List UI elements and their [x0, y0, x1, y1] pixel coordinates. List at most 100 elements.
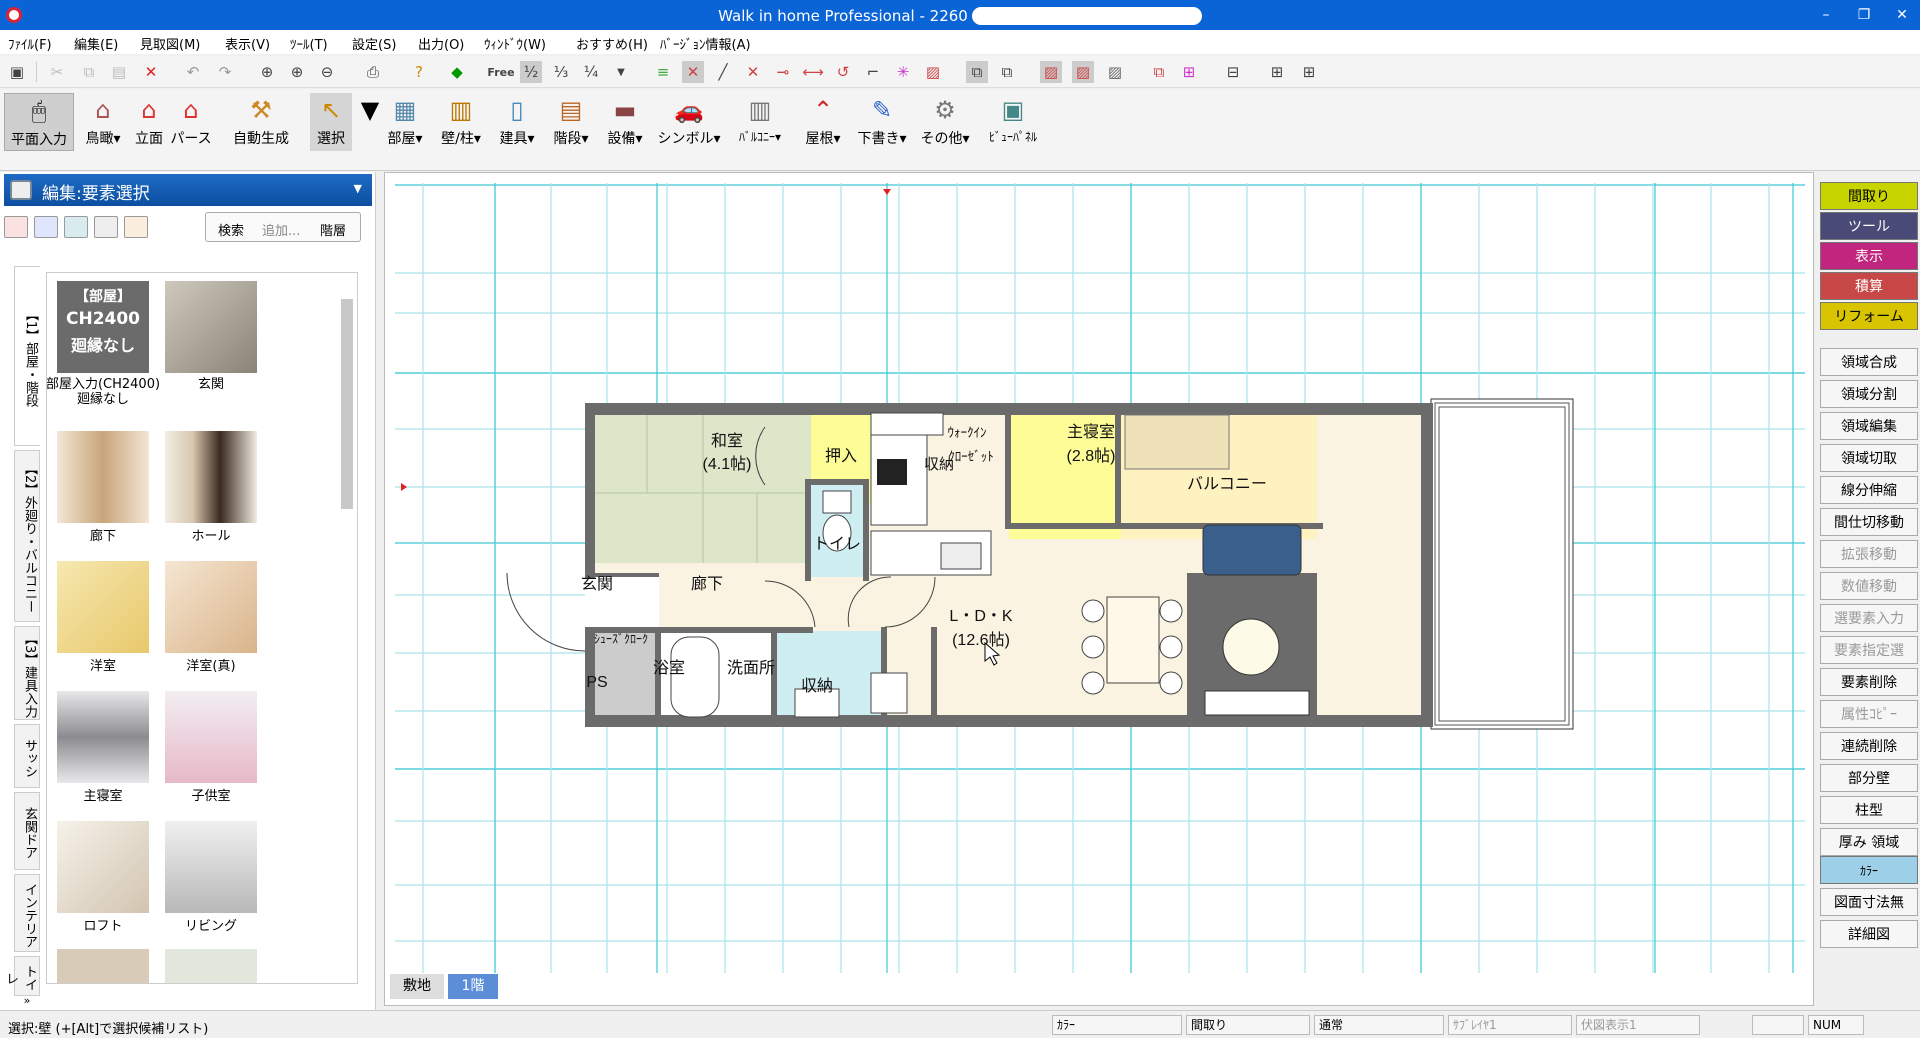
parallel-line-icon[interactable]: ≡: [652, 61, 674, 83]
thumb-loft[interactable]: [57, 821, 149, 913]
save-icon[interactable]: ▣: [6, 61, 28, 83]
equipment-button[interactable]: ▬ 設備▾: [602, 93, 648, 151]
free-snap-icon[interactable]: Free: [487, 61, 514, 83]
other-button[interactable]: ⚙ その他▾: [918, 93, 972, 151]
print-icon[interactable]: ⎙: [362, 61, 384, 83]
zoom-icon[interactable]: ⊕: [256, 61, 278, 83]
zoom-out-icon[interactable]: ⊖: [316, 61, 338, 83]
thumb-genkan[interactable]: [165, 281, 257, 373]
redo-icon[interactable]: ↷: [214, 61, 236, 83]
scrollbar[interactable]: [339, 279, 355, 979]
menu-view[interactable]: 表示(V): [225, 34, 270, 53]
command-button[interactable]: 間仕切移動: [1820, 508, 1918, 536]
balcony-button[interactable]: ▥ ﾊﾞﾙｺﾆｰ▾: [728, 93, 792, 151]
balcony[interactable]: [1430, 398, 1574, 730]
draft-button[interactable]: ✎ 下書き▾: [854, 93, 910, 151]
sofa[interactable]: [1202, 524, 1302, 576]
cut-icon[interactable]: ✂: [46, 61, 68, 83]
menu-window[interactable]: ｳｨﾝﾄﾞｳ(W): [484, 34, 546, 53]
select-button[interactable]: ↖ 選択: [310, 93, 352, 151]
fridge-shelf[interactable]: [870, 412, 944, 436]
menu-settings[interactable]: 設定(S): [352, 34, 396, 53]
line-icon[interactable]: ╱: [712, 61, 734, 83]
thumb-rouka[interactable]: [57, 431, 149, 523]
washer[interactable]: [870, 672, 908, 714]
help-icon[interactable]: ?: [408, 61, 430, 83]
perspective-button[interactable]: ⌂ パース: [170, 93, 212, 151]
thumb-living[interactable]: [165, 821, 257, 913]
thumb-hall[interactable]: [165, 431, 257, 523]
grid-floor-icon[interactable]: ⊞: [1178, 61, 1200, 83]
command-button[interactable]: 連続削除: [1820, 732, 1918, 760]
table-icon-2[interactable]: ⊞: [1298, 61, 1320, 83]
tab-madori[interactable]: 間取り: [1820, 182, 1918, 210]
tab-book-blue-icon[interactable]: [34, 216, 58, 238]
tab-color[interactable]: ｶﾗｰ: [1820, 856, 1918, 884]
restore-button[interactable]: ❐: [1844, 4, 1884, 26]
tab-display[interactable]: 表示: [1820, 242, 1918, 270]
search-button[interactable]: 検索: [218, 220, 244, 239]
tab-rooms-stairs[interactable]: 【1】部屋・階段: [14, 266, 40, 446]
command-button[interactable]: 線分伸縮: [1820, 476, 1918, 504]
tab-fittings[interactable]: 【3】建具入力: [14, 626, 40, 720]
paste-icon[interactable]: ▤: [108, 61, 130, 83]
tab-entrance-door[interactable]: 玄関ドア: [14, 792, 40, 870]
tab-estimate[interactable]: 積算: [1820, 272, 1918, 300]
copy-floor-icon[interactable]: ⧉: [1148, 61, 1170, 83]
detail-drawing-button[interactable]: 詳細図: [1820, 920, 1918, 948]
wall-hatch-2-icon[interactable]: ▨: [1072, 61, 1094, 83]
tab-interior[interactable]: インテリア: [14, 874, 40, 952]
drawing-canvas[interactable]: 和室 (4.1帖) 押入 トイレ ｳｫｰｸｲﾝ ｸﾛｰｾﾞｯﾄ 収納 主寝室 (…: [384, 172, 1814, 1006]
wall-hatch-1-icon[interactable]: ▨: [1040, 61, 1062, 83]
dining-table[interactable]: [1106, 596, 1160, 684]
command-button[interactable]: 領域切取: [1820, 444, 1918, 472]
room-button[interactable]: ▦ 部屋▾: [382, 93, 428, 151]
bird-eye-button[interactable]: ⌂ 鳥瞰▾: [80, 93, 126, 151]
menu-edit[interactable]: 編集(E): [74, 34, 118, 53]
room-input-card[interactable]: 【部屋】 CH2400 廻縁なし: [57, 281, 149, 373]
command-button[interactable]: 要素削除: [1820, 668, 1918, 696]
command-button[interactable]: 領域合成: [1820, 348, 1918, 376]
tab-site[interactable]: 敷地: [390, 974, 444, 999]
tv-board[interactable]: [1204, 690, 1310, 716]
tab-photo-icon[interactable]: [124, 216, 148, 238]
close-button[interactable]: ✕: [1882, 4, 1920, 26]
cross-icon[interactable]: ✕: [742, 61, 764, 83]
drawing-dimension-button[interactable]: 図面寸法無: [1820, 888, 1918, 916]
tab-toilet[interactable]: トイレ: [3, 956, 40, 996]
elevation-button[interactable]: ⌂ 立面: [130, 93, 168, 151]
corner-icon[interactable]: ⌐: [862, 61, 884, 83]
menu-tools[interactable]: ﾂｰﾙ(T): [290, 34, 328, 53]
layer-back-icon[interactable]: ⧉: [996, 61, 1018, 83]
thumb-more-2[interactable]: [165, 949, 257, 983]
tab-floor-1[interactable]: 1階: [448, 974, 498, 999]
snap-intersect-icon[interactable]: ✕: [682, 61, 704, 83]
plan-input-button[interactable]: 🖱 平面入力: [4, 93, 74, 151]
tab-reform[interactable]: リフォーム: [1820, 302, 1918, 330]
tab-image-icon[interactable]: [64, 216, 88, 238]
delete-icon[interactable]: ✕: [140, 61, 162, 83]
quarter-snap-icon[interactable]: ¼: [580, 61, 602, 83]
arc-icon[interactable]: ↺: [832, 61, 854, 83]
thumb-kids[interactable]: [165, 691, 257, 783]
command-button[interactable]: 属性ｺﾋﾟｰ: [1820, 700, 1918, 728]
stairs-button[interactable]: ▤ 階段▾: [548, 93, 594, 151]
fittings-button[interactable]: ▯ 建具▾: [494, 93, 540, 151]
half-snap-icon[interactable]: ½: [520, 61, 542, 83]
zoom-in-icon[interactable]: ⊕: [286, 61, 308, 83]
chevron-down-icon[interactable]: »: [14, 994, 40, 1010]
symbol-button[interactable]: 🚗 シンボル▾: [656, 93, 722, 151]
tab-grid-icon[interactable]: [94, 216, 118, 238]
third-snap-icon[interactable]: ⅓: [550, 61, 572, 83]
dimension-icon[interactable]: ⊟: [1222, 61, 1244, 83]
menu-recommend[interactable]: おすすめ(H): [576, 34, 648, 53]
bathtub[interactable]: [670, 636, 720, 718]
command-button[interactable]: 厚み 領域: [1820, 828, 1918, 856]
layer-front-icon[interactable]: ⧉: [966, 61, 988, 83]
endpoint-icon[interactable]: ⊸: [772, 61, 794, 83]
floor-button[interactable]: 階層: [320, 220, 346, 239]
scroll-thumb[interactable]: [341, 299, 353, 509]
command-button[interactable]: 領域分割: [1820, 380, 1918, 408]
menu-output[interactable]: 出力(O): [418, 34, 464, 53]
tab-sash[interactable]: サッシ: [14, 724, 40, 788]
